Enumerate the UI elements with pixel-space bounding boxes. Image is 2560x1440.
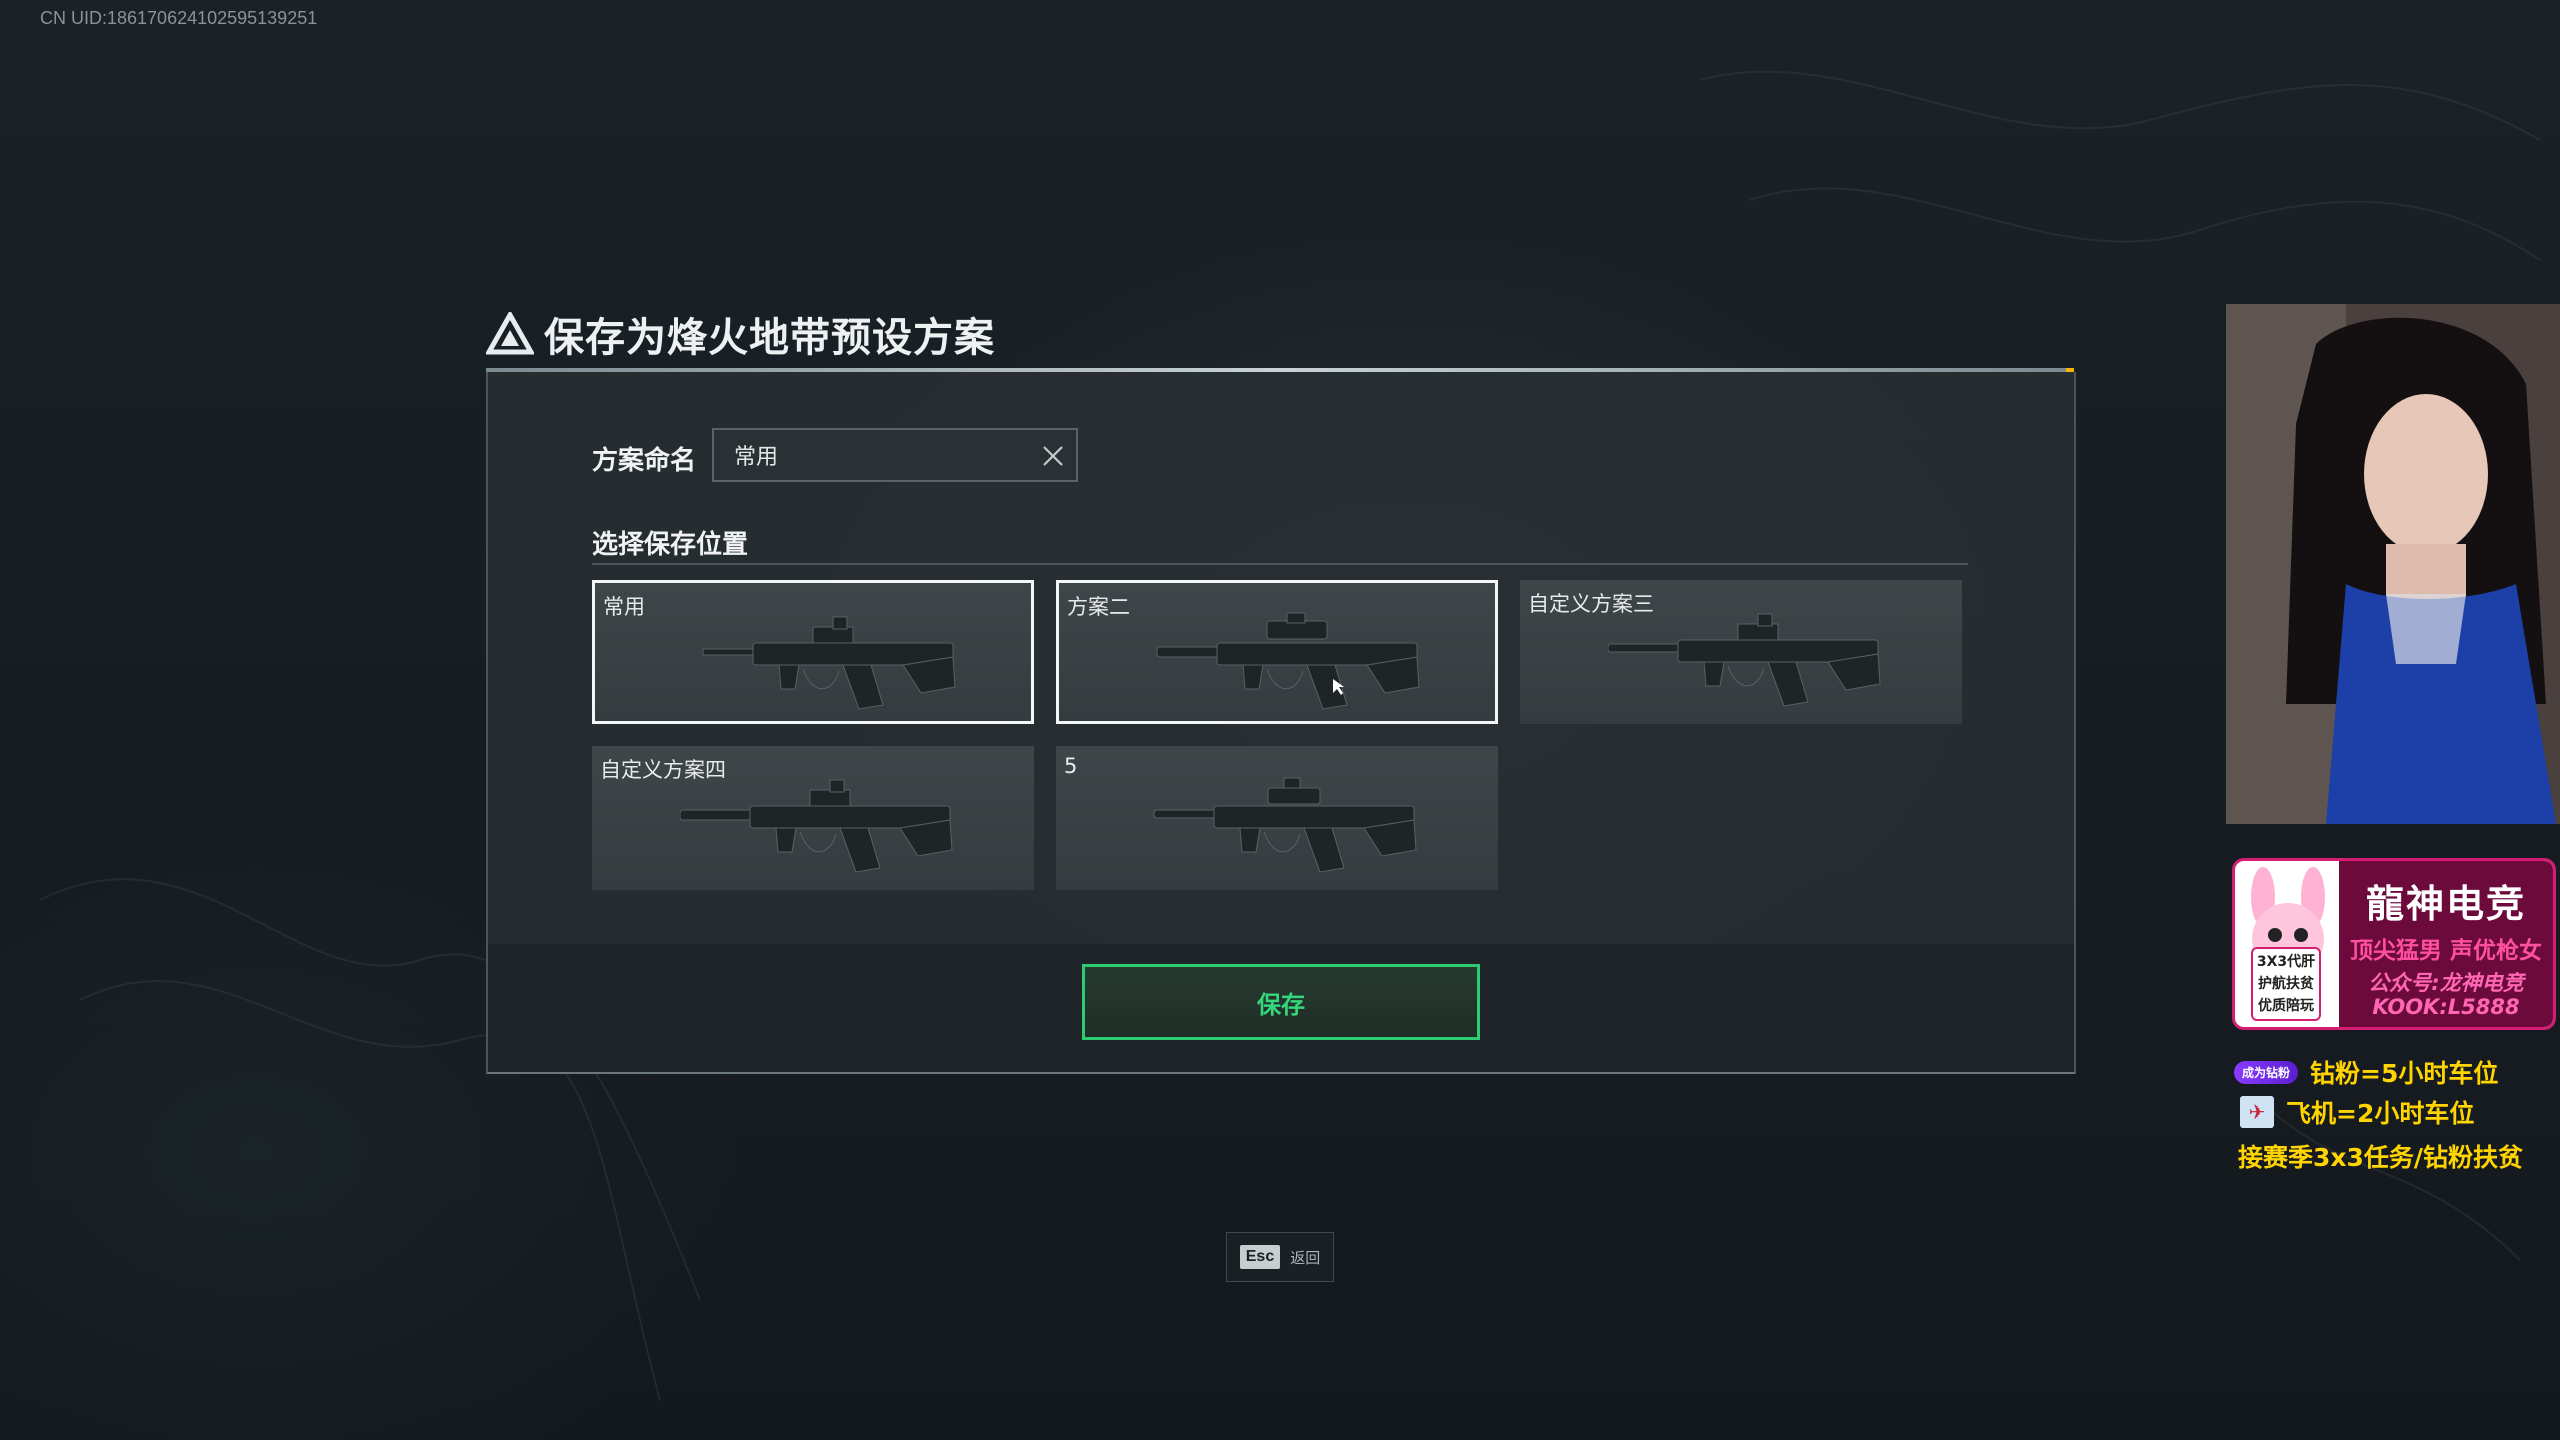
diamond-fan-badge: 成为钻粉 bbox=[2234, 1060, 2299, 1084]
perk-text-1: 钻粉=5小时车位 bbox=[2310, 1059, 2499, 1088]
section-divider bbox=[592, 563, 1968, 565]
streamer-webcam bbox=[2226, 304, 2560, 824]
service-1: 3X3代肝 bbox=[2256, 954, 2316, 970]
plane-gift-icon: ✈ bbox=[2240, 1096, 2274, 1128]
perk-line-2: ✈ 飞机=2小时车位 bbox=[2240, 1094, 2474, 1130]
esc-key-badge: Esc bbox=[1239, 1245, 1281, 1269]
rifle-with-scope-icon bbox=[1153, 777, 1417, 873]
preset-slot-1[interactable]: 常用 bbox=[592, 580, 1034, 724]
perk-text-2: 飞机=2小时车位 bbox=[2286, 1099, 2475, 1128]
back-button[interactable]: Esc 返回 bbox=[1226, 1232, 1334, 1282]
rifle-icon bbox=[680, 779, 953, 873]
promo-services-box: 3X3代肝 护航扶贫 优质陪玩 bbox=[2251, 947, 2321, 1021]
preset-slot-4[interactable]: 自定义方案四 bbox=[592, 746, 1034, 890]
perk-line-1: 成为钻粉 钻粉=5小时车位 bbox=[2234, 1054, 2498, 1090]
rifle-icon bbox=[1608, 613, 1881, 707]
slot-label: 5 bbox=[1064, 754, 1078, 778]
preset-name-input[interactable]: 常用 bbox=[712, 428, 1078, 482]
clear-input-icon[interactable] bbox=[1040, 443, 1066, 469]
rifle-icon bbox=[702, 616, 956, 710]
dialog-title: 保存为烽火地带预设方案 bbox=[544, 315, 995, 361]
promo-banner: 3X3代肝 护航扶贫 优质陪玩 龍神电竞 顶尖猛男 声优枪女 公众号:龙神电竞 … bbox=[2232, 858, 2556, 1030]
delta-logo-icon bbox=[486, 312, 534, 355]
promo-kook: KOOK:L5888 bbox=[2372, 995, 2520, 1019]
promo-title: 龍神电竞 bbox=[2365, 882, 2526, 926]
preset-name-label: 方案命名 bbox=[592, 446, 697, 476]
player-uid: CN UID:1861706241025951392​51 bbox=[40, 8, 318, 28]
webcam-image bbox=[2226, 304, 2560, 824]
preset-slot-3[interactable]: 自定义方案三 bbox=[1520, 580, 1962, 724]
perk-text-3: 接赛季3x3任务/钻粉扶贫 bbox=[2238, 1143, 2524, 1172]
slot-label: 方案二 bbox=[1067, 595, 1130, 619]
slot-label: 常用 bbox=[603, 595, 645, 619]
preset-slot-2[interactable]: 方案二 bbox=[1056, 580, 1498, 724]
save-location-label: 选择保存位置 bbox=[592, 530, 749, 560]
service-2: 护航扶贫 bbox=[2258, 976, 2314, 992]
save-preset-dialog: 方案命名 常用 选择保存位置 常用 方案二 自定义方案三 自定义方案四 5 保存 bbox=[486, 372, 2076, 1074]
service-3: 优质陪玩 bbox=[2258, 998, 2314, 1014]
promo-text-panel: 龍神电竞 顶尖猛男 声优枪女 公众号:龙神电竞 KOOK:L5888 bbox=[2339, 861, 2553, 1027]
preset-name-value: 常用 bbox=[734, 445, 779, 470]
dialog-header: 保存为烽火地带预设方案 bbox=[486, 305, 995, 363]
perk-line-3: 接赛季3x3任务/钻粉扶贫 bbox=[2238, 1138, 2523, 1174]
promo-slogan: 顶尖猛男 声优枪女 bbox=[2349, 938, 2542, 964]
back-label: 返回 bbox=[1290, 1248, 1321, 1267]
preset-slot-5[interactable]: 5 bbox=[1056, 746, 1498, 890]
promo-wechat: 公众号:龙神电竞 bbox=[2368, 971, 2524, 995]
save-button[interactable]: 保存 bbox=[1082, 964, 1480, 1040]
rifle-with-scope-icon bbox=[1156, 612, 1420, 710]
